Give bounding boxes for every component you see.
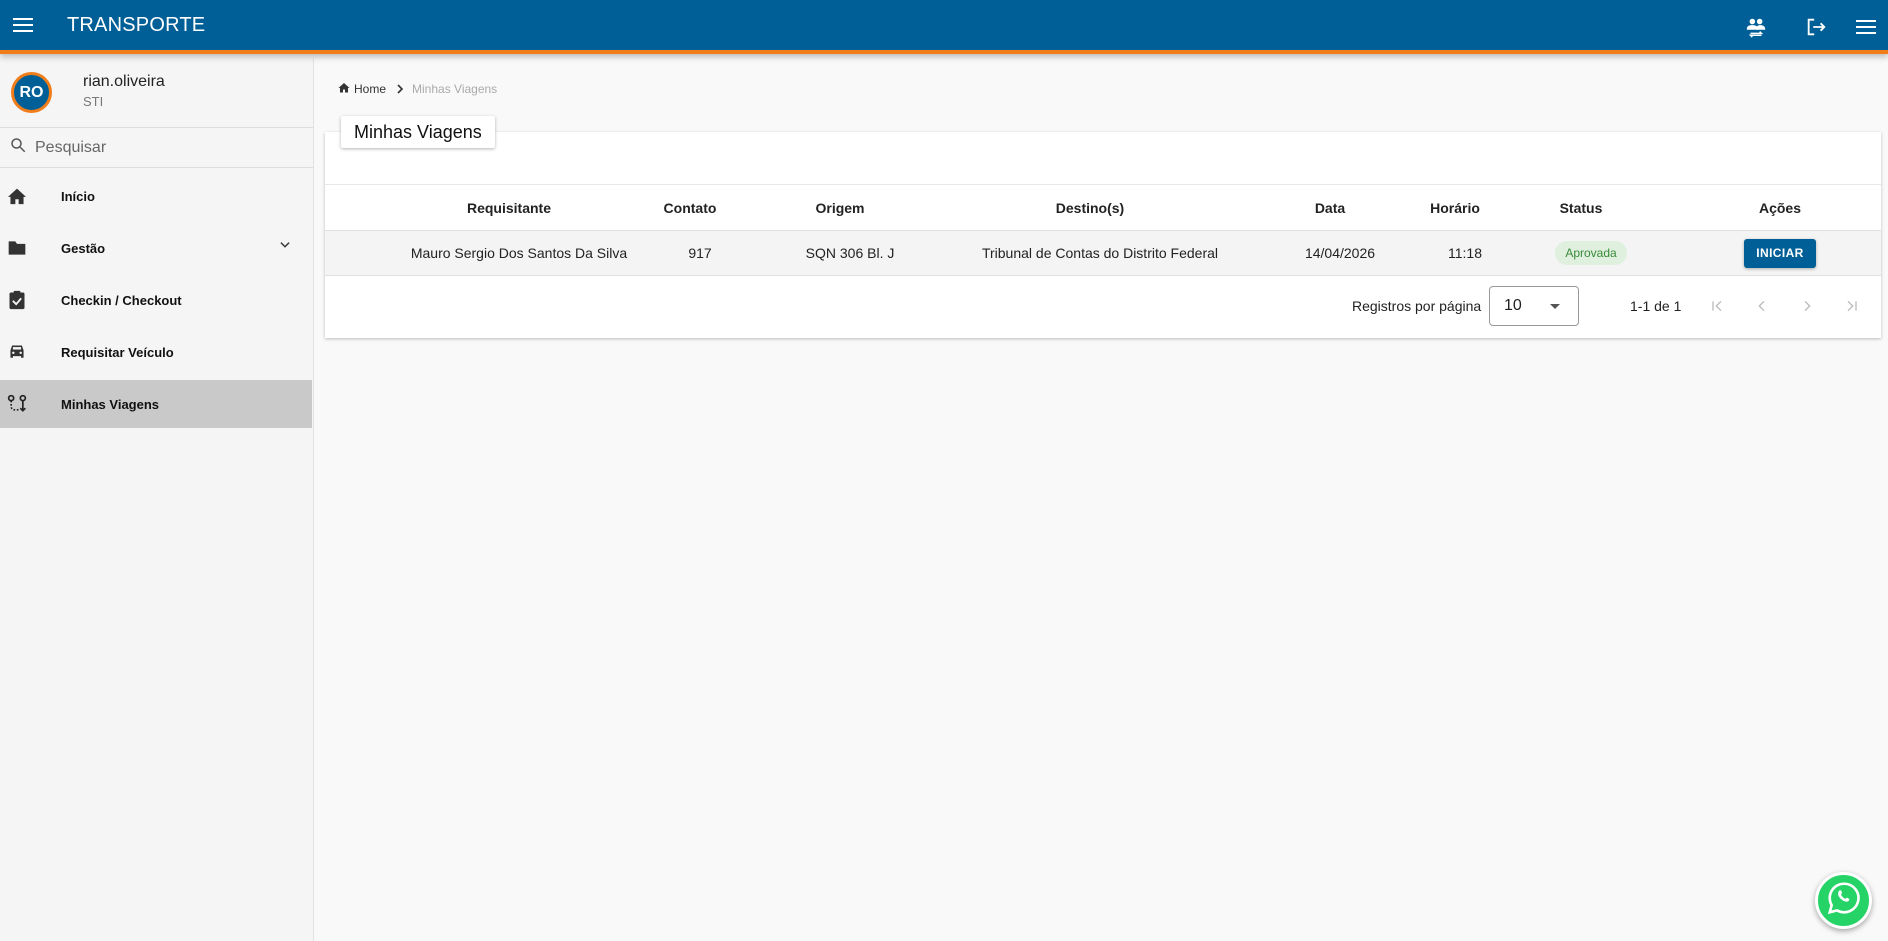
table-header: Requisitante Contato Origem Destino(s) D… — [325, 184, 1881, 231]
sidebar-item-requisitar-veiculo[interactable]: Requisitar Veículo — [0, 328, 312, 376]
cell-acoes: INICIAR — [1725, 231, 1835, 275]
status-badge: Aprovada — [1555, 241, 1627, 265]
chevron-right-icon — [396, 84, 404, 94]
cell-data: 14/04/2026 — [1304, 245, 1376, 261]
dropdown-arrow-icon — [1550, 304, 1560, 309]
rows-per-page-select[interactable]: 10 — [1489, 286, 1579, 326]
breadcrumb: Home Minhas Viagens — [338, 82, 497, 96]
column-header[interactable]: Status — [1531, 185, 1631, 230]
breadcrumb-home-label: Home — [354, 82, 387, 96]
sidebar-item-label: Início — [61, 188, 95, 204]
previous-page-icon[interactable] — [1750, 294, 1774, 318]
cell-contato: 917 — [688, 245, 712, 261]
route-icon — [0, 394, 34, 414]
cell-status: Aprovada — [1541, 231, 1641, 275]
car-icon — [0, 343, 34, 361]
sidebar-item-gestao[interactable]: Gestão — [0, 224, 312, 272]
rows-per-page-label: Registros por página — [1352, 298, 1482, 314]
chevron-down-icon[interactable] — [278, 238, 292, 257]
column-header: Ações — [1758, 199, 1802, 216]
avatar: RO — [11, 72, 52, 113]
sidebar: RO rian.oliveira STI Início Gestão Check… — [0, 58, 314, 941]
column-header[interactable]: Data — [1275, 185, 1385, 230]
user-department: STI — [83, 94, 104, 109]
column-header[interactable]: Contato — [635, 185, 745, 230]
sidebar-item-label: Minhas Viagens — [61, 396, 160, 412]
folder-icon — [0, 239, 34, 257]
sidebar-item-inicio[interactable]: Início — [0, 172, 312, 220]
app-header: TRANSPORTE — [0, 0, 1888, 54]
page-title: Minhas Viagens — [341, 116, 495, 148]
sidebar-item-minhas-viagens[interactable]: Minhas Viagens — [0, 380, 312, 428]
logout-icon[interactable] — [1796, 7, 1836, 47]
switch-user-icon[interactable] — [1736, 7, 1776, 47]
rows-per-page-value: 10 — [1504, 297, 1522, 314]
sidebar-item-label: Checkin / Checkout — [61, 292, 182, 308]
column-header[interactable]: Destino(s) — [965, 185, 1215, 230]
cell-destino: Tribunal de Contas do Distrito Federal — [981, 245, 1219, 261]
sidebar-item-checkin-checkout[interactable]: Checkin / Checkout — [0, 276, 312, 324]
home-icon — [0, 187, 34, 205]
search-icon — [9, 136, 27, 159]
next-page-icon[interactable] — [1795, 294, 1819, 318]
trips-table: Requisitante Contato Origem Destino(s) D… — [325, 184, 1881, 276]
breadcrumb-current: Minhas Viagens — [412, 82, 498, 96]
column-header[interactable]: Origem — [775, 185, 905, 230]
breadcrumb-home[interactable]: Home — [338, 82, 386, 96]
options-menu-icon[interactable] — [1846, 7, 1886, 47]
sidebar-item-label: Gestão — [61, 240, 106, 256]
menu-icon[interactable] — [1, 3, 45, 47]
pagination: Registros por página 10 1-1 de 1 — [325, 278, 1881, 338]
app-title: TRANSPORTE — [67, 13, 206, 36]
whatsapp-icon — [1825, 879, 1863, 922]
cell-horario: 11:18 — [1448, 245, 1482, 261]
clipboard-check-icon — [0, 290, 34, 310]
trips-card: Requisitante Contato Origem Destino(s) D… — [325, 132, 1881, 338]
column-header[interactable]: Requisitante — [409, 185, 609, 230]
table-row[interactable]: Mauro Sergio Dos Santos Da Silva 917 SQN… — [325, 231, 1881, 276]
column-header[interactable]: Horário — [1405, 185, 1505, 230]
cell-origem: SQN 306 Bl. J — [805, 245, 895, 261]
whatsapp-button[interactable] — [1815, 872, 1872, 929]
page-range: 1-1 de 1 — [1630, 298, 1682, 314]
search-input[interactable] — [35, 138, 295, 157]
sidebar-item-label: Requisitar Veículo — [61, 344, 174, 360]
cell-requisitante: Mauro Sergio Dos Santos Da Silva — [410, 245, 628, 261]
user-name: rian.oliveira — [83, 73, 165, 90]
last-page-icon[interactable] — [1840, 294, 1864, 318]
sidebar-search — [0, 128, 313, 168]
home-icon — [338, 82, 350, 96]
iniciar-button[interactable]: INICIAR — [1744, 238, 1816, 268]
user-profile: RO rian.oliveira STI — [0, 58, 313, 128]
first-page-icon[interactable] — [1705, 294, 1729, 318]
